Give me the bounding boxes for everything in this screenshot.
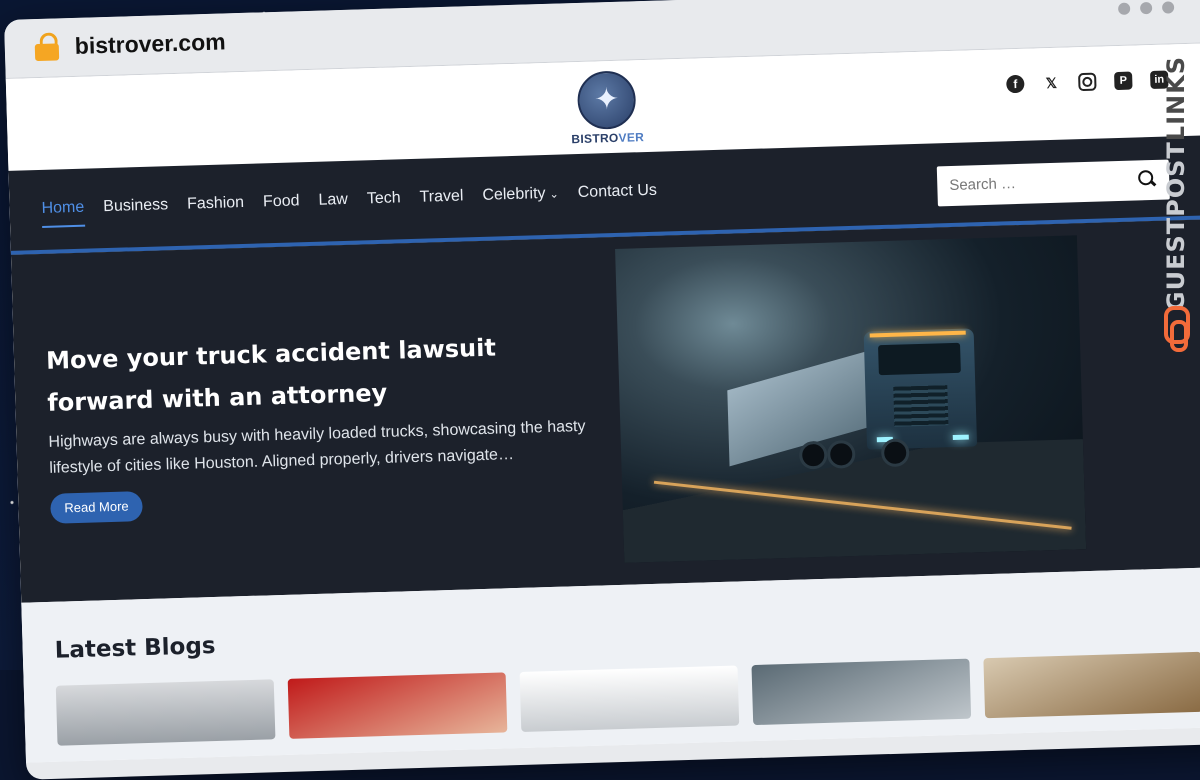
truck-cab-shape — [863, 328, 978, 450]
window-controls — [1117, 1, 1175, 15]
read-more-button[interactable]: Read More — [50, 491, 143, 524]
blog-thumbnail[interactable] — [519, 665, 740, 732]
instagram-icon[interactable] — [1078, 72, 1097, 92]
window-dot[interactable] — [1117, 2, 1131, 15]
window-dot[interactable] — [1139, 1, 1153, 15]
search-box — [936, 159, 1170, 207]
nav-item-law[interactable]: Law — [318, 191, 348, 220]
nav-item-home[interactable]: Home — [41, 198, 85, 228]
nav-item-contact-us[interactable]: Contact Us — [577, 182, 657, 212]
chain-link-icon — [1164, 306, 1190, 352]
featured-post-image[interactable] — [615, 235, 1087, 563]
blog-thumbnail[interactable] — [55, 679, 276, 746]
web-page: ✦ BISTROVER f 𝕏 P in Home Business Fashi… — [5, 42, 1200, 763]
logo-text: BISTROVER — [571, 130, 645, 147]
url-text[interactable]: bistrover.com — [74, 28, 226, 59]
featured-post-title[interactable]: Move your truck accident lawsuit forward… — [46, 324, 588, 424]
featured-post: Move your truck accident lawsuit forward… — [10, 218, 1200, 603]
headlight-shape — [952, 434, 969, 441]
globe-logo-icon: ✦ — [576, 70, 637, 131]
nav-item-business[interactable]: Business — [103, 196, 169, 226]
blog-thumbnail[interactable] — [983, 651, 1200, 719]
nav-item-tech[interactable]: Tech — [367, 189, 402, 218]
nav-item-food[interactable]: Food — [263, 192, 300, 221]
latest-blogs-thumbnails — [55, 651, 1200, 746]
chevron-down-icon: ⌄ — [549, 188, 559, 201]
guestpostlinks-watermark: GUESTPOSTLINKS — [1162, 56, 1196, 356]
lock-icon — [34, 32, 61, 62]
site-logo[interactable]: ✦ BISTROVER — [566, 70, 648, 146]
x-icon[interactable]: 𝕏 — [1042, 74, 1061, 93]
window-dot[interactable] — [1161, 1, 1175, 14]
search-icon[interactable] — [1137, 169, 1154, 186]
nav-item-travel[interactable]: Travel — [419, 187, 464, 216]
social-links: f 𝕏 P in — [1006, 70, 1169, 94]
nav-item-fashion[interactable]: Fashion — [187, 194, 245, 224]
watermark-text: GUESTPOSTLINKS — [1162, 56, 1190, 312]
search-input[interactable] — [947, 170, 1122, 196]
blog-thumbnail[interactable] — [751, 658, 972, 726]
pinterest-icon[interactable]: P — [1114, 71, 1133, 91]
nav-item-celebrity[interactable]: Celebrity ⌄ — [482, 185, 559, 215]
nav-item-label: Celebrity — [482, 185, 546, 204]
blog-thumbnail[interactable] — [287, 672, 508, 739]
facebook-icon[interactable]: f — [1006, 74, 1025, 94]
featured-post-excerpt: Highways are always busy with heavily lo… — [48, 417, 586, 477]
browser-window: bistrover.com ✦ BISTROVER f 𝕏 P in Home … — [4, 0, 1200, 780]
latest-blogs-heading: Latest Blogs — [54, 633, 216, 664]
